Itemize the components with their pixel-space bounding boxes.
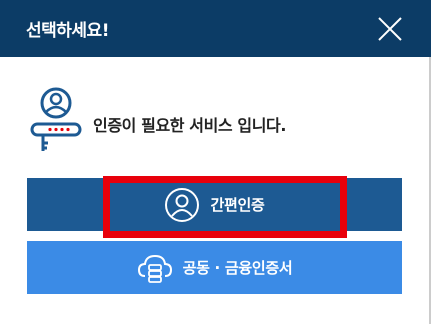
close-button[interactable] <box>376 15 404 43</box>
dialog-title: 선택하세요! <box>26 21 109 41</box>
intro-message: 인증이 필요한 서비스 입니다. <box>93 116 287 135</box>
user-key-icon <box>30 87 82 151</box>
dialog-header: 선택하세요! <box>0 0 431 57</box>
simple-auth-label: 간편인증 <box>210 196 265 214</box>
joint-financial-cert-label: 공동 · 금융인증서 <box>182 259 293 277</box>
intro-section: 인증이 필요한 서비스 입니다. <box>30 87 410 157</box>
joint-financial-cert-button[interactable]: 공동 · 금융인증서 <box>27 241 402 294</box>
simple-auth-button[interactable]: 간편인증 <box>27 178 402 231</box>
cloud-server-icon <box>137 254 172 283</box>
user-circle-icon <box>165 187 200 222</box>
close-icon <box>378 17 402 41</box>
